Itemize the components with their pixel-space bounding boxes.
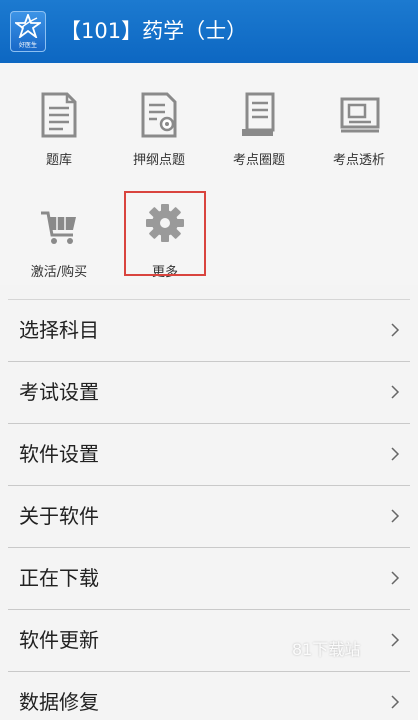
- tile-question-bank[interactable]: 题库: [9, 63, 109, 168]
- document-icon: [41, 92, 77, 138]
- tile-activate-purchase[interactable]: 激活/购买: [9, 175, 109, 280]
- chevron-right-icon: [391, 385, 400, 399]
- menu-item-software-settings[interactable]: 软件设置: [8, 424, 410, 486]
- tile-label: 题库: [45, 153, 72, 168]
- menu-item-label: 选择科目: [19, 318, 99, 342]
- menu-item-select-subject[interactable]: 选择科目: [8, 299, 410, 362]
- tile-key-point-analysis[interactable]: 考点透析: [309, 63, 409, 168]
- chevron-right-icon: [391, 447, 400, 461]
- page-title: 【101】药学（士）: [60, 19, 248, 43]
- chevron-right-icon: [391, 695, 400, 709]
- scroll-icon: [242, 92, 275, 136]
- menu-item-label: 数据修复: [19, 690, 99, 714]
- chevron-right-icon: [391, 633, 400, 647]
- presentation-board-icon: [340, 97, 380, 133]
- menu-item-exam-settings[interactable]: 考试设置: [8, 362, 410, 424]
- tile-key-points[interactable]: 考点圈题: [209, 63, 309, 168]
- chevron-right-icon: [391, 323, 400, 337]
- watermark: 81下载站: [292, 640, 361, 659]
- tile-label: 考点圈题: [232, 153, 285, 168]
- tile-label: 考点透析: [332, 153, 385, 168]
- menu-item-label: 关于软件: [19, 504, 99, 528]
- tile-label: 押纲点题: [132, 153, 185, 168]
- menu-item-downloading[interactable]: 正在下载: [8, 548, 410, 610]
- tile-outline-questions[interactable]: 押纲点题: [109, 63, 209, 168]
- menu-item-label: 考试设置: [19, 380, 99, 404]
- app-screen: 好医生 【101】药学（士） 题库 押纲点题 考点圈题 考点透析 激活/购买 更…: [0, 0, 418, 720]
- app-logo: 好医生: [10, 11, 46, 52]
- certificate-document-icon: [141, 92, 177, 138]
- logo-text: 好医生: [18, 42, 37, 49]
- star-logo-icon: [15, 14, 41, 38]
- chevron-right-icon: [391, 509, 400, 523]
- app-header: 好医生 【101】药学（士）: [0, 0, 418, 63]
- tile-label: 激活/购买: [30, 265, 88, 280]
- feature-grid: 题库 押纲点题 考点圈题 考点透析 激活/购买 更多: [0, 63, 418, 285]
- menu-item-about[interactable]: 关于软件: [8, 486, 410, 548]
- chevron-right-icon: [391, 571, 400, 585]
- shopping-cart-icon: [41, 211, 76, 244]
- menu-item-label: 正在下载: [19, 566, 99, 590]
- menu-item-data-repair[interactable]: 数据修复: [8, 672, 410, 720]
- menu-item-label: 软件设置: [19, 442, 99, 466]
- menu-item-label: 软件更新: [19, 628, 99, 652]
- selection-highlight: [124, 191, 206, 276]
